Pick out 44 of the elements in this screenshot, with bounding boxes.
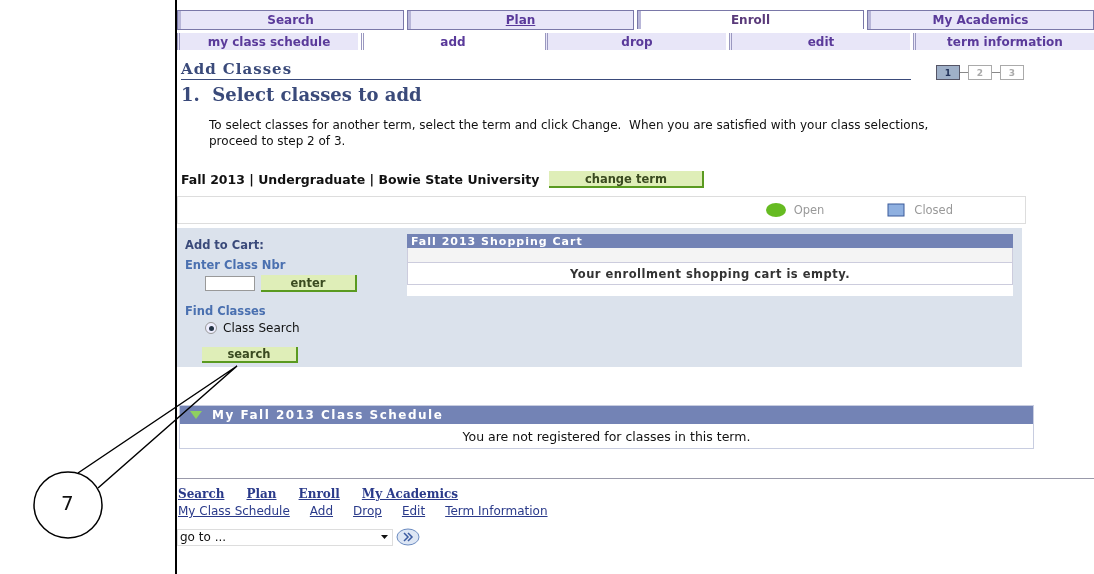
nav-tab[interactable]: Plan: [407, 10, 634, 30]
class-nbr-field[interactable]: [205, 276, 255, 291]
nav-tab[interactable]: Search: [177, 10, 404, 30]
add-to-cart-label: Add to Cart:: [185, 238, 265, 252]
radio-label: Class Search: [223, 321, 300, 335]
footer-link[interactable]: Add: [309, 504, 334, 518]
sub-tab[interactable]: term information: [913, 33, 1094, 50]
enter-button[interactable]: enter: [261, 275, 357, 292]
footer-link[interactable]: Search: [178, 487, 225, 501]
instructions-text: To select classes for another term, select the term and click Change. When you are satisfied with your class selections, proceed to step 2 of 3.: [209, 117, 930, 149]
sub-tab[interactable]: my class schedule: [177, 33, 358, 50]
step-indicator: 3: [1000, 65, 1024, 80]
search-button[interactable]: search: [202, 347, 298, 363]
schedule-message: You are not registered for classes in this term.: [461, 427, 752, 446]
find-classes-label: Find Classes: [185, 304, 267, 318]
step-indicator: 2: [968, 65, 992, 80]
section-heading: 1. Select classes to add: [181, 84, 423, 105]
change-term-button[interactable]: change term: [549, 171, 705, 188]
schedule-title: My Fall 2013 Class Schedule: [212, 408, 444, 422]
callout-circle: [32, 470, 104, 540]
legend-label: Closed: [914, 203, 953, 217]
caret-icon: [381, 535, 388, 539]
callout-number: 7: [61, 491, 74, 515]
page-title: Add Classes: [181, 60, 911, 80]
sub-tab[interactable]: edit: [729, 33, 910, 50]
nav-tab[interactable]: My Academics: [867, 10, 1094, 30]
class-nbr-label: Enter Class Nbr: [185, 258, 287, 272]
goto-dropdown[interactable]: go to ...: [177, 528, 393, 546]
footer-link[interactable]: My Class Schedule: [178, 504, 290, 518]
legend-label: Open: [793, 203, 825, 217]
sub-tab[interactable]: drop: [545, 33, 726, 50]
footer-link[interactable]: Drop: [353, 504, 382, 518]
footer-link[interactable]: Term Information: [445, 504, 548, 518]
term-label: Fall 2013 | Undergraduate | Bowie State University: [181, 172, 540, 187]
footer-link[interactable]: Edit: [401, 504, 426, 518]
footer-link[interactable]: Enroll: [298, 487, 340, 501]
radio-button[interactable]: [205, 322, 217, 334]
footer-link[interactable]: My Academics: [361, 487, 459, 501]
go-arrows-icon[interactable]: [396, 528, 420, 546]
step-indicator: 1: [936, 65, 960, 80]
nav-tab[interactable]: Enroll: [637, 10, 864, 29]
footer-link[interactable]: Plan: [246, 487, 277, 501]
cart-title: Fall 2013 Shopping Cart: [407, 234, 1013, 248]
cart-empty-message: Your enrollment shopping cart is empty.: [407, 262, 1013, 285]
